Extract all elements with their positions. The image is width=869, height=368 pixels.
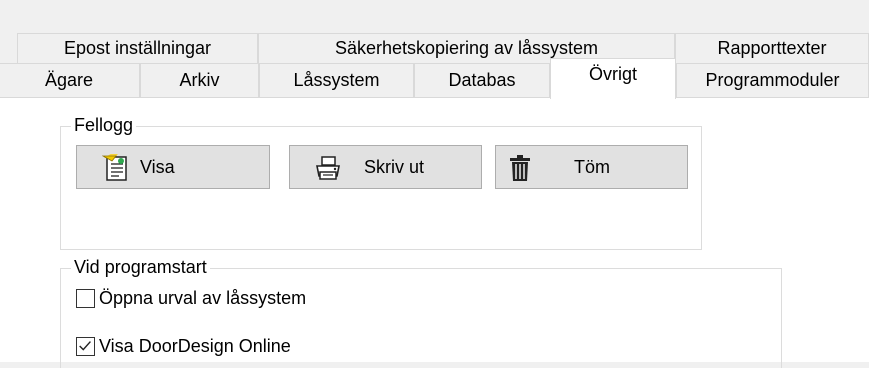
tab-label: Epost inställningar xyxy=(63,38,212,58)
show-log-button[interactable]: Visa xyxy=(76,145,270,189)
tab-epost-installningar[interactable]: Epost inställningar xyxy=(17,33,258,63)
show-doordesign-label: Visa DoorDesign Online xyxy=(99,336,291,356)
show-doordesign-option[interactable]: Visa DoorDesign Online xyxy=(76,336,291,357)
tab-panel-ovrigt: Fellogg Visa Skriv ut Töm Vid programsta… xyxy=(0,97,869,368)
open-selection-checkbox[interactable] xyxy=(76,289,95,308)
log-view-icon xyxy=(102,154,127,181)
tab-agare[interactable]: Ägare xyxy=(0,63,140,97)
startup-group-title: Vid programstart xyxy=(71,256,210,278)
printer-icon xyxy=(316,156,340,180)
open-selection-option[interactable]: Öppna urval av låssystem xyxy=(76,288,306,309)
fellogg-group-title: Fellogg xyxy=(71,114,137,136)
tab-label: Arkiv xyxy=(179,70,220,90)
tab-label: Säkerhetskopiering av låssystem xyxy=(334,38,599,58)
tab-label: Databas xyxy=(448,70,516,90)
tab-arkiv[interactable]: Arkiv xyxy=(140,63,259,97)
tab-label: Övrigt xyxy=(588,64,637,84)
trash-icon xyxy=(510,155,530,181)
show-doordesign-checkbox[interactable] xyxy=(76,337,95,356)
fellogg-group: Fellogg Visa Skriv ut Töm xyxy=(60,114,702,250)
show-log-label: Visa xyxy=(140,157,175,177)
print-log-label: Skriv ut xyxy=(364,157,425,177)
clear-log-label: Töm xyxy=(574,157,610,177)
tab-databas[interactable]: Databas xyxy=(414,63,550,97)
open-selection-label: Öppna urval av låssystem xyxy=(99,288,307,308)
tab-label: Rapporttexter xyxy=(717,38,827,58)
tab-label: Ägare xyxy=(44,70,94,90)
startup-group: Vid programstart Öppna urval av låssyste… xyxy=(60,256,782,368)
clear-log-button[interactable]: Töm xyxy=(495,145,688,189)
checkmark-icon xyxy=(79,341,91,351)
tab-label: Programmoduler xyxy=(705,70,840,90)
tab-programmoduler[interactable]: Programmoduler xyxy=(676,63,869,97)
tab-rapporttexter[interactable]: Rapporttexter xyxy=(675,33,869,63)
tab-lassystem[interactable]: Låssystem xyxy=(259,63,414,97)
tab-ovrigt[interactable]: Övrigt xyxy=(550,58,676,99)
print-log-button[interactable]: Skriv ut xyxy=(289,145,482,189)
tab-label: Låssystem xyxy=(293,70,380,90)
